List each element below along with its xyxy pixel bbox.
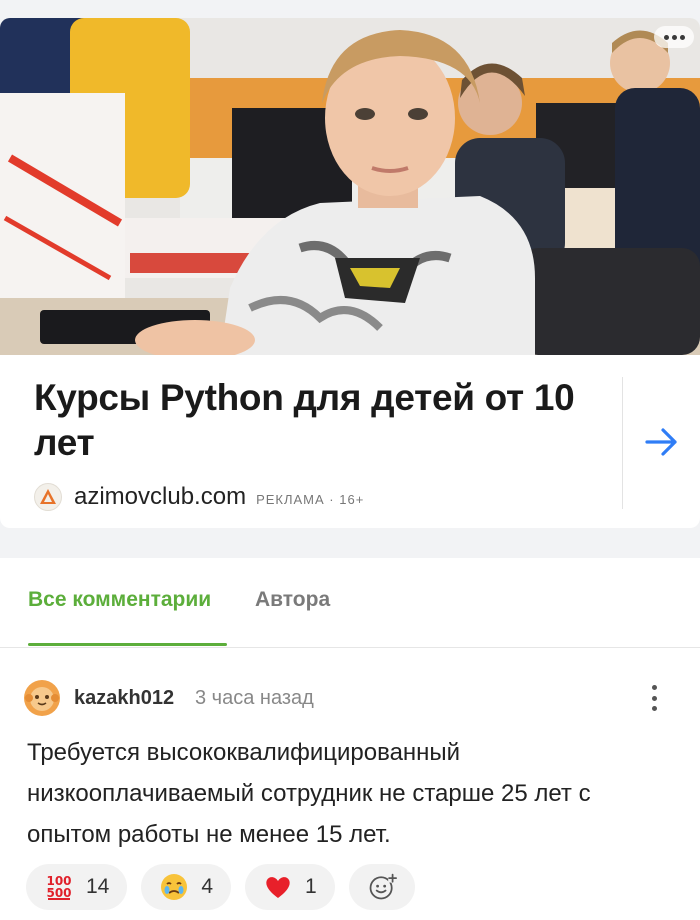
dot-icon [663,34,669,40]
ad-source: azimovclub.com РЕКЛАМА · 16+ [34,481,364,513]
ad-photo [0,18,700,355]
reaction-hundred[interactable]: 100 500 14 [26,864,128,910]
reaction-count: 4 [201,875,214,898]
hundred-points-emoji-icon: 100 500 [44,872,74,902]
svg-text:500: 500 [46,886,71,900]
red-heart-emoji-icon [263,872,293,902]
ad-label: РЕКЛАМА · 16+ [256,491,365,507]
ad-body[interactable]: Курсы Python для детей от 10 лет azimovc… [0,355,622,528]
comment-text: Требуется высококвалифицированный низкоо… [27,739,591,848]
reaction-crying[interactable]: 4 [141,864,232,910]
crying-face-emoji-icon [159,872,189,902]
ad-card[interactable]: Курсы Python для детей от 10 лет azimovc… [0,18,700,528]
ad-divider [622,377,623,509]
reaction-count: 14 [86,875,110,898]
tab-author[interactable]: Автора [255,588,330,612]
ad-site-name[interactable]: azimovclub.com [74,483,246,511]
dot-icon [671,34,677,40]
comments-section: Все комментарии Автора kazakh012 3 часа … [0,558,700,920]
add-reaction-button[interactable] [348,864,415,910]
comment-time: 3 часа назад [195,687,314,709]
reaction-count: 1 [305,875,317,898]
ad-more-button[interactable] [654,26,694,48]
site-logo-icon [34,483,62,511]
add-reaction-icon [367,872,397,902]
tab-all-comments[interactable]: Все комментарии [28,588,211,612]
comment-more-icon[interactable] [644,683,664,713]
ad-title[interactable]: Курсы Python для детей от 10 лет [34,375,594,465]
reaction-bar: 100 500 14 4 1 [26,864,415,910]
avatar[interactable] [24,680,60,716]
dot-icon [679,34,685,40]
arrow-right-icon[interactable] [640,420,684,464]
comment-username[interactable]: kazakh012 [74,687,174,710]
active-tab-indicator [28,643,227,646]
comment-tabs: Все комментарии Автора [0,558,700,648]
ad-image[interactable] [0,18,700,355]
reaction-heart[interactable]: 1 [245,864,335,910]
